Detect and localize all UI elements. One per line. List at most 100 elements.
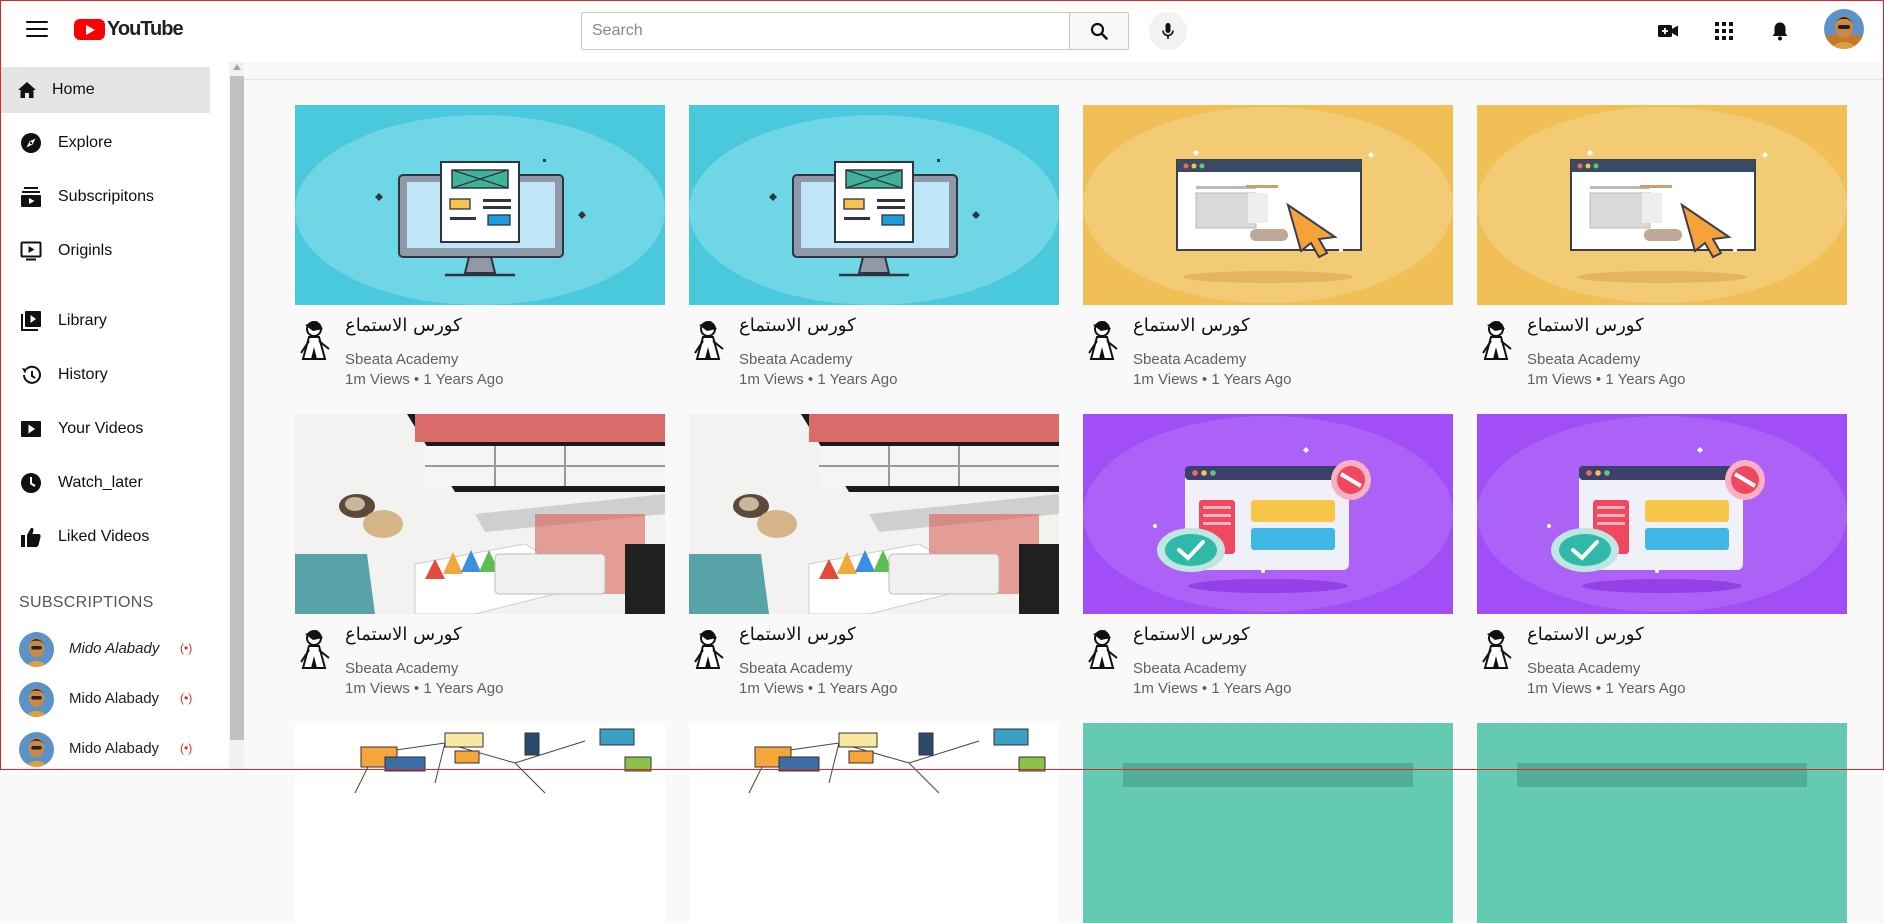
user-avatar[interactable] (1824, 9, 1864, 49)
video-card[interactable] (689, 723, 1059, 923)
sidebar-item-watch-later[interactable]: Watch_later (0, 460, 210, 506)
video-thumbnail[interactable] (295, 723, 665, 923)
video-meta: كورس الاستماع Sbeata Academy 1m Views • 1 … (1477, 305, 1847, 415)
compass-icon (18, 130, 44, 156)
sidebar-item-label: Originls (58, 242, 113, 259)
channel-name[interactable]: Sbeata Academy (1133, 660, 1246, 677)
notifications-button[interactable] (1767, 18, 1793, 44)
subscription-item[interactable]: Mido Alabady (•) (0, 726, 210, 770)
video-card[interactable]: كورس الاستماع Sbeata Academy 1m Views • 1 … (1083, 414, 1453, 724)
logo-text: YouTube (107, 17, 184, 40)
video-title[interactable]: كورس الاستماع (1133, 624, 1250, 645)
channel-name[interactable]: Sbeata Academy (739, 351, 852, 368)
video-card[interactable]: كورس الاستماع Sbeata Academy 1m Views • 1 … (689, 105, 1059, 415)
voice-search-button[interactable] (1149, 12, 1187, 50)
sidebar-item-originals[interactable]: Originls (0, 228, 210, 274)
video-thumbnail[interactable] (295, 105, 665, 305)
microphone-icon (1162, 23, 1174, 39)
video-title[interactable]: كورس الاستماع (1133, 315, 1250, 336)
sidebar-item-explore[interactable]: Explore (0, 120, 210, 166)
video-card[interactable]: كورس الاستماع Sbeata Academy 1m Views • 1 … (295, 105, 665, 415)
video-stats: 1m Views • 1 Years Ago (345, 371, 504, 388)
video-camera-plus-icon (1658, 25, 1678, 37)
channel-avatar[interactable] (689, 628, 727, 670)
video-card[interactable]: كورس الاستماع Sbeata Academy 1m Views • 1 … (1477, 414, 1847, 724)
channel-avatar[interactable] (295, 319, 333, 361)
channel-avatar (19, 682, 54, 717)
channel-avatar[interactable] (689, 319, 727, 361)
channel-avatar[interactable] (1083, 628, 1121, 670)
channel-avatar[interactable] (295, 628, 333, 670)
sidebar-item-label: Your Videos (58, 420, 144, 437)
apps-button[interactable] (1711, 18, 1737, 44)
youtube-logo[interactable]: YouTube (74, 17, 184, 41)
subscription-item[interactable]: Mido Alabady (•) (0, 676, 210, 722)
apps-grid-icon (1715, 22, 1733, 40)
video-title[interactable]: كورس الاستماع (739, 624, 856, 645)
sidebar-item-liked-videos[interactable]: Liked Videos (0, 514, 210, 560)
sidebar-item-label: Explore (58, 134, 113, 151)
video-thumbnail[interactable] (689, 414, 1059, 614)
video-stats: 1m Views • 1 Years Ago (1133, 371, 1292, 388)
originals-icon (18, 238, 44, 264)
sidebar-item-label: History (58, 366, 108, 383)
channel-name: Mido Alabady (69, 690, 160, 707)
live-indicator-icon: (•) (180, 741, 193, 755)
sidebar-item-label: Liked Videos (58, 528, 150, 545)
scroll-thumb[interactable] (230, 76, 244, 740)
live-indicator-icon: (•) (180, 641, 193, 655)
sidebar-item-home[interactable]: Home (0, 67, 210, 113)
video-title[interactable]: كورس الاستماع (345, 624, 462, 645)
channel-avatar[interactable] (1477, 628, 1515, 670)
menu-icon[interactable] (26, 21, 48, 39)
channel-name[interactable]: Sbeata Academy (1527, 351, 1640, 368)
video-stats: 1m Views • 1 Years Ago (1527, 371, 1686, 388)
video-card[interactable]: كورس الاستماع Sbeata Academy 1m Views • 1 … (1083, 105, 1453, 415)
video-stats: 1m Views • 1 Years Ago (1527, 680, 1686, 697)
channel-name[interactable]: Sbeata Academy (1527, 660, 1640, 677)
youtube-play-icon (74, 18, 105, 40)
video-thumbnail[interactable] (689, 723, 1059, 923)
sidebar-item-your-videos[interactable]: Your Videos (0, 406, 210, 452)
channel-avatar[interactable] (1477, 319, 1515, 361)
sidebar-item-subscriptions[interactable]: Subscripitons (0, 174, 210, 220)
sidebar-item-library[interactable]: Library (0, 298, 210, 344)
video-thumbnail[interactable] (1477, 105, 1847, 305)
channel-name[interactable]: Sbeata Academy (739, 660, 852, 677)
divider (244, 79, 1884, 80)
create-video-button[interactable] (1655, 18, 1681, 44)
channel-name[interactable]: Sbeata Academy (345, 660, 458, 677)
channel-name[interactable]: Sbeata Academy (1133, 351, 1246, 368)
video-meta: كورس الاستماع Sbeata Academy 1m Views • 1 … (1477, 614, 1847, 724)
video-meta: كورس الاستماع Sbeata Academy 1m Views • 1 … (1083, 305, 1453, 415)
video-card[interactable] (1477, 723, 1847, 923)
scroll-up-icon[interactable] (233, 64, 241, 70)
video-thumbnail[interactable] (1083, 414, 1453, 614)
sidebar-scrollbar[interactable] (230, 62, 244, 770)
video-title[interactable]: كورس الاستماع (739, 315, 856, 336)
video-thumbnail[interactable] (689, 105, 1059, 305)
clock-icon (18, 470, 44, 496)
sidebar-item-history[interactable]: History (0, 352, 210, 398)
search-input[interactable] (581, 12, 1069, 50)
video-thumbnail[interactable] (1477, 723, 1847, 923)
video-card[interactable]: كورس الاستماع Sbeata Academy 1m Views • 1 … (295, 414, 665, 724)
video-thumbnail[interactable] (1083, 723, 1453, 923)
search-bar (581, 12, 1129, 50)
video-thumbnail[interactable] (1083, 105, 1453, 305)
video-title[interactable]: كورس الاستماع (1527, 624, 1644, 645)
channel-avatar[interactable] (1083, 319, 1121, 361)
video-title[interactable]: كورس الاستماع (1527, 315, 1644, 336)
subscription-item[interactable]: Mido Alabady (•) (0, 626, 210, 672)
video-card[interactable] (1083, 723, 1453, 923)
video-stats: 1m Views • 1 Years Ago (739, 371, 898, 388)
video-thumbnail[interactable] (295, 414, 665, 614)
video-card[interactable]: كورس الاستماع Sbeata Academy 1m Views • 1 … (1477, 105, 1847, 415)
video-title[interactable]: كورس الاستماع (345, 315, 462, 336)
search-button[interactable] (1069, 12, 1129, 50)
video-meta: كورس الاستماع Sbeata Academy 1m Views • 1 … (689, 305, 1059, 415)
channel-name[interactable]: Sbeata Academy (345, 351, 458, 368)
video-thumbnail[interactable] (1477, 414, 1847, 614)
video-card[interactable]: كورس الاستماع Sbeata Academy 1m Views • 1 … (689, 414, 1059, 724)
video-card[interactable] (295, 723, 665, 923)
